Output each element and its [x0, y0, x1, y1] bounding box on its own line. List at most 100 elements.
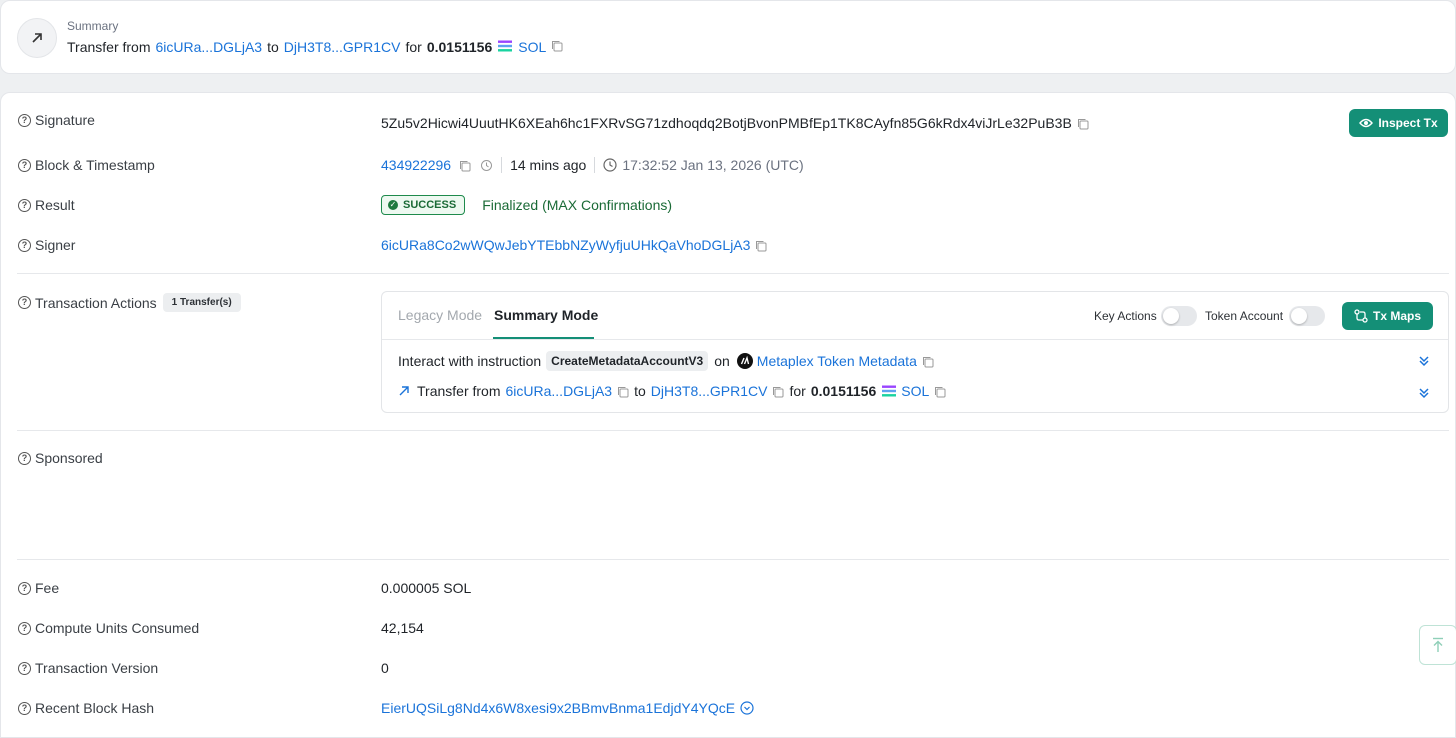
signature-label-wrap: ? Signature: [18, 112, 95, 128]
chevrons-down-icon[interactable]: [1417, 386, 1431, 400]
fee-label-wrap: ? Fee: [18, 580, 59, 596]
chevrons-down-icon[interactable]: [1417, 354, 1431, 368]
actions-tabs: Legacy Mode Summary Mode Key Actions Tok…: [382, 292, 1448, 340]
signer-label: Signer: [35, 237, 76, 253]
copy-icon[interactable]: [922, 355, 934, 368]
fee-label: Fee: [35, 580, 60, 596]
expand-circle-icon[interactable]: [740, 701, 754, 715]
token-account-toggle[interactable]: [1289, 306, 1325, 326]
transfer-count-badge: 1 Transfer(s): [162, 293, 241, 312]
help-icon[interactable]: ?: [18, 701, 31, 715]
history-icon[interactable]: [480, 159, 493, 172]
block-ago: 14 mins ago: [510, 157, 587, 173]
tab-summary-mode[interactable]: Summary Mode: [494, 307, 598, 323]
copy-icon[interactable]: [459, 159, 471, 172]
solana-logo-icon: [881, 385, 897, 397]
tx-maps-button[interactable]: Tx Maps: [1342, 302, 1433, 330]
block-slot-link[interactable]: 434922296: [381, 157, 451, 173]
transfer-amount: 0.0151156: [810, 383, 877, 399]
copy-icon[interactable]: [934, 385, 946, 398]
help-icon[interactable]: ?: [18, 113, 31, 127]
signature-value-wrap: 5Zu5v2Hicwi4UuutHK6XEah6hc1FXRvSG71zdhoq…: [381, 115, 1089, 131]
transfer-from-link[interactable]: 6icURa...DGLjA3: [506, 383, 613, 399]
section-divider: [17, 559, 1449, 560]
arrow-up-right-icon: [17, 18, 57, 58]
summary-to-link[interactable]: DjH3T8...GPR1CV: [284, 39, 401, 55]
signer-value-wrap: 6icURa8Co2wWQwJebYTEbbNZyWyfjuUHkQaVhoDG…: [381, 237, 767, 253]
summary-amount: 0.0151156: [426, 39, 493, 55]
signer-link[interactable]: 6icURa8Co2wWQwJebYTEbbNZyWyfjuUHkQaVhoDG…: [381, 237, 750, 253]
summary-card: Summary Transfer from 6icURa...DGLjA3 to…: [0, 0, 1456, 74]
success-badge: ✓ SUCCESS: [381, 195, 466, 215]
inspect-tx-button[interactable]: Inspect Tx: [1349, 109, 1448, 137]
token-account-label: Token Account: [1205, 309, 1284, 323]
section-divider: [17, 430, 1449, 431]
key-actions-label: Key Actions: [1094, 309, 1157, 323]
transfer-line: Transfer from 6icURa...DGLjA3 to DjH3T8.…: [398, 383, 946, 399]
blockhash-value-wrap: EierUQSiLg8Nd4x6W8xesi9x2BBmvBnma1EdjdY4…: [381, 700, 754, 716]
summary-from-link[interactable]: 6icURa...DGLjA3: [156, 39, 263, 55]
sponsored-label: Sponsored: [35, 450, 103, 466]
compute-value: 42,154: [381, 620, 424, 636]
signature-label: Signature: [35, 112, 95, 128]
result-value-wrap: ✓ SUCCESS Finalized (MAX Confirmations): [381, 195, 672, 215]
divider: [501, 157, 503, 173]
active-tab-indicator: [493, 337, 594, 339]
actions-label: Transaction Actions: [35, 294, 157, 311]
block-label: Block & Timestamp: [35, 157, 155, 173]
help-icon[interactable]: ?: [18, 661, 31, 675]
help-icon[interactable]: ?: [18, 198, 31, 212]
signature-value: 5Zu5v2Hicwi4UuutHK6XEah6hc1FXRvSG71zdhoq…: [381, 115, 1072, 131]
success-badge-label: SUCCESS: [403, 199, 457, 211]
copy-icon[interactable]: [617, 385, 629, 398]
transfer-to-link[interactable]: DjH3T8...GPR1CV: [651, 383, 768, 399]
section-divider: [17, 273, 1449, 274]
copy-icon[interactable]: [551, 39, 563, 55]
block-value-wrap: 434922296 14 mins ago 17:32:52 Jan 13, 2…: [381, 157, 804, 173]
route-icon: [1354, 309, 1368, 323]
instruction-line: Interact with instruction CreateMetadata…: [398, 351, 934, 371]
divider: [594, 157, 596, 173]
instruction-on-word: on: [714, 353, 730, 369]
version-label-wrap: ? Transaction Version: [18, 660, 158, 676]
program-link[interactable]: Metaplex Token Metadata: [757, 353, 917, 369]
arrow-to-top-icon: [1433, 637, 1443, 652]
block-timestamp: 17:32:52 Jan 13, 2026 (UTC): [622, 157, 804, 173]
sponsored-label-wrap: ? Sponsored: [18, 450, 103, 466]
summary-token-link[interactable]: SOL: [518, 39, 546, 55]
version-label: Transaction Version: [35, 660, 159, 676]
copy-icon[interactable]: [755, 239, 767, 252]
summary-for-word: for: [405, 39, 422, 55]
clock-icon: [603, 158, 617, 172]
actions-panel: Legacy Mode Summary Mode Key Actions Tok…: [381, 291, 1449, 413]
blockhash-link[interactable]: EierUQSiLg8Nd4x6W8xesi9x2BBmvBnma1EdjdY4…: [381, 700, 735, 716]
check-circle-icon: ✓: [388, 200, 398, 210]
copy-icon[interactable]: [772, 385, 784, 398]
version-value: 0: [381, 660, 389, 676]
summary-to-word: to: [267, 39, 279, 55]
tab-legacy-mode[interactable]: Legacy Mode: [398, 307, 482, 323]
help-icon[interactable]: ?: [18, 238, 31, 252]
help-icon[interactable]: ?: [18, 158, 31, 172]
transfer-for-word: for: [789, 383, 806, 399]
tx-maps-label: Tx Maps: [1372, 309, 1421, 323]
details-card: ? Signature 5Zu5v2Hicwi4UuutHK6XEah6hc1F…: [0, 92, 1456, 738]
compute-label: Compute Units Consumed: [35, 620, 200, 636]
help-icon[interactable]: ?: [18, 581, 31, 595]
transfer-token-link[interactable]: SOL: [901, 383, 929, 399]
help-icon[interactable]: ?: [18, 296, 31, 309]
result-label: Result: [35, 197, 75, 213]
copy-icon[interactable]: [1077, 117, 1089, 130]
transfer-to-word: to: [634, 383, 646, 399]
arrow-up-right-icon: [398, 385, 410, 397]
key-actions-toggle[interactable]: [1161, 306, 1197, 326]
result-label-wrap: ? Result: [18, 197, 75, 213]
blockhash-label: Recent Block Hash: [35, 700, 155, 716]
fee-value: 0.000005 SOL: [381, 580, 472, 596]
scroll-to-top-button[interactable]: [1419, 625, 1456, 665]
help-icon[interactable]: ?: [18, 621, 31, 635]
instruction-name-tag: CreateMetadataAccountV3: [546, 351, 709, 371]
signer-label-wrap: ? Signer: [18, 237, 75, 253]
block-label-wrap: ? Block & Timestamp: [18, 157, 155, 173]
help-icon[interactable]: ?: [18, 451, 31, 465]
